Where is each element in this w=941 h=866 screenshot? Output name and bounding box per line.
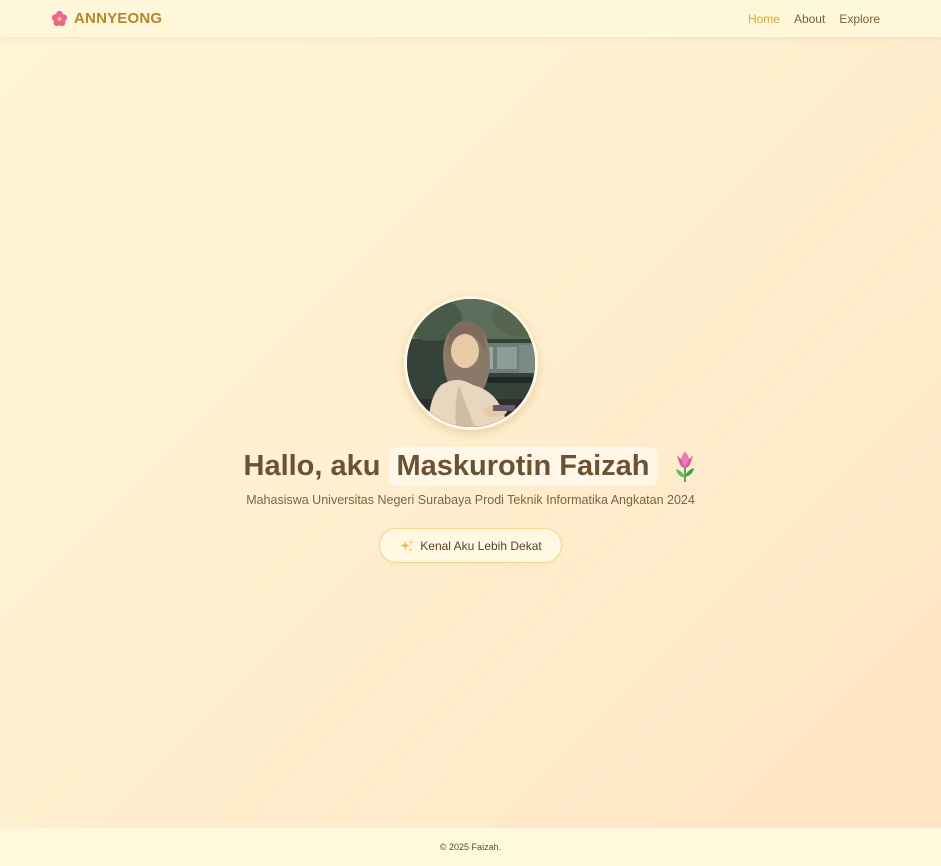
cta-button[interactable]: Kenal Aku Lebih Dekat xyxy=(379,528,562,563)
footer-text: © 2025 Faizah. xyxy=(439,842,502,852)
hero-subtitle: Mahasiswa Universitas Negeri Surabaya Pr… xyxy=(246,493,695,507)
nav-links: Home About Explore xyxy=(748,12,880,26)
tulip-icon xyxy=(675,451,694,482)
profile-photo-image xyxy=(406,299,535,427)
footer: © 2025 Faizah. xyxy=(0,828,941,866)
sparkles-icon xyxy=(400,539,414,552)
nav-link-explore[interactable]: Explore xyxy=(839,12,880,26)
hero-greeting: Hallo, aku xyxy=(243,450,381,482)
navbar: ANNYEONG Home About Explore xyxy=(0,0,941,37)
flower-icon xyxy=(51,10,68,27)
brand[interactable]: ANNYEONG xyxy=(51,10,162,27)
nav-link-about[interactable]: About xyxy=(794,12,825,26)
brand-name: ANNYEONG xyxy=(74,10,163,27)
cta-label: Kenal Aku Lebih Dekat xyxy=(420,538,542,553)
nav-link-home[interactable]: Home xyxy=(748,12,780,26)
hero-title: Hallo, aku Maskurotin Faizah xyxy=(244,447,698,486)
hero-name: Maskurotin Faizah xyxy=(388,447,658,486)
hero-section: Hallo, aku Maskurotin Faizah Mahasiswa U… xyxy=(0,296,941,563)
profile-photo xyxy=(403,296,538,430)
